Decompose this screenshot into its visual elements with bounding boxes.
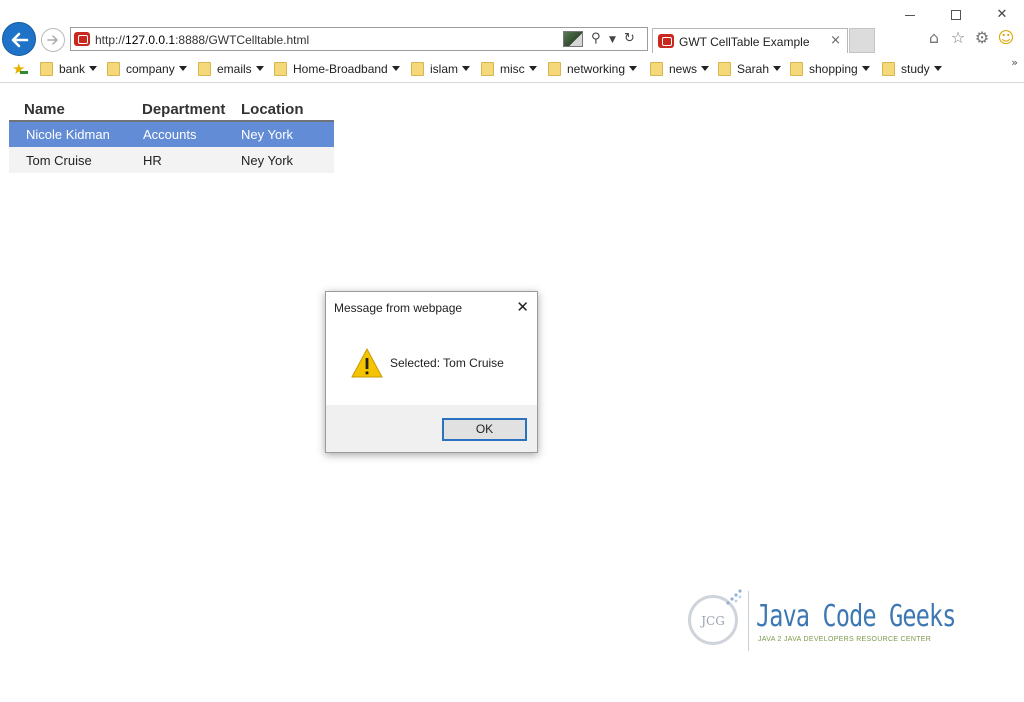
caret-down-icon [528,66,537,72]
maximize-button[interactable] [946,6,966,24]
favorites-star-icon[interactable]: ☆ [948,28,968,48]
caret-down-icon [178,66,187,72]
java-code-geeks-watermark: JCG Java Code Geeks JAVA 2 JAVA DEVELOPE… [686,585,956,657]
address-tools: ⚲ ▼ ↻ [563,30,643,48]
cell-name: Tom Cruise [9,147,126,173]
dialog-title: Message from webpage [334,301,463,315]
column-header-department[interactable]: Department [126,97,241,122]
folder-icon [718,61,731,76]
add-favorite-icon[interactable]: ★ [12,60,29,78]
search-icon[interactable]: ⚲ [591,30,601,48]
cell-location: Ney York [241,147,334,173]
favorites-folder-bank[interactable]: bank [40,61,98,79]
table-header-row: Name Department Location [9,97,334,122]
url-text[interactable]: http://127.0.0.1:8888/GWTCelltable.html [95,33,309,47]
table-row[interactable]: Tom Cruise HR Ney York [9,147,334,173]
dialog-footer: OK [326,405,537,452]
favorites-bar: ★ bank company emails Home-Broadband isl… [0,56,1024,83]
favorites-folder-company[interactable]: company [107,61,187,79]
favorites-folder-networking[interactable]: networking [548,61,638,79]
folder-icon [882,61,895,76]
favorites-folder-news[interactable]: news [650,61,710,79]
feedback-smiley-icon[interactable]: ☺ [996,28,1016,48]
jcg-subtitle: JAVA 2 JAVA DEVELOPERS RESOURCE CENTER [758,636,932,643]
favorites-folder-emails[interactable]: emails [198,61,264,79]
favorites-folder-shopping[interactable]: shopping [790,61,870,79]
folder-icon [198,61,211,76]
column-header-name[interactable]: Name [9,97,126,122]
back-button[interactable] [2,22,36,56]
address-bar[interactable]: http://127.0.0.1:8888/GWTCelltable.html … [70,27,648,51]
dialog-message: Selected: Tom Cruise [390,356,504,370]
caret-down-icon [629,66,638,72]
compatibility-view-icon[interactable] [563,31,583,47]
caret-down-icon [933,66,942,72]
browser-tab[interactable]: GWT CellTable Example × [652,28,848,53]
cell-department: HR [126,147,241,173]
cell-department: Accounts [126,121,241,147]
favorites-folder-sarah[interactable]: Sarah [718,61,782,79]
folder-icon [274,61,287,76]
warning-icon [351,347,383,378]
cell-name: Nicole Kidman [9,121,126,147]
home-icon[interactable]: ⌂ [924,28,944,48]
alert-dialog: Message from webpage ✕ Selected: Tom Cru… [325,291,538,453]
column-header-location[interactable]: Location [241,97,334,122]
arrow-right-icon [47,35,58,45]
window-close-button[interactable]: ✕ [992,6,1012,24]
favorites-folder-study[interactable]: study [882,61,942,79]
cell-location: Ney York [241,121,334,147]
jcg-separator [748,591,749,651]
jcg-title: Java Code Geeks [756,599,956,634]
favorites-folder-misc[interactable]: misc [481,61,537,79]
minimize-button[interactable] [900,6,920,24]
caret-down-icon [701,66,710,72]
folder-icon [650,61,663,76]
favorites-folder-islam[interactable]: islam [411,61,471,79]
maximize-icon [951,10,961,20]
jcg-dots-icon [726,589,742,605]
tab-title: GWT CellTable Example [679,35,810,49]
folder-icon [790,61,803,76]
caret-down-icon [89,66,98,72]
favorites-more-icon[interactable]: » [1011,56,1018,69]
favorites-folder-home-broadband[interactable]: Home-Broadband [274,61,400,79]
caret-down-icon [773,66,782,72]
tab-favicon-icon [658,34,674,48]
dialog-close-icon[interactable]: ✕ [516,298,529,316]
caret-down-icon [391,66,400,72]
caret-down-icon [861,66,870,72]
employee-cell-table: Name Department Location Nicole Kidman A… [9,97,334,173]
dropdown-arrow-icon[interactable]: ▼ [609,31,616,49]
forward-button[interactable] [41,28,65,52]
browser-toolbar-icons: ⌂ ☆ ⚙ ☺ [924,28,1020,50]
minimize-icon [905,15,915,16]
folder-icon [40,61,53,76]
tab-close-icon[interactable]: × [830,33,841,48]
folder-icon [107,61,120,76]
folder-icon [481,61,494,76]
window-controls: ✕ [902,6,1012,24]
refresh-icon[interactable]: ↻ [624,30,635,48]
site-favicon-icon [74,32,90,46]
gear-icon[interactable]: ⚙ [972,28,992,48]
arrow-left-icon [11,32,29,48]
new-tab-button[interactable] [849,28,875,53]
folder-icon [411,61,424,76]
folder-icon [548,61,561,76]
ok-button[interactable]: OK [442,418,527,441]
caret-down-icon [255,66,264,72]
table-row[interactable]: Nicole Kidman Accounts Ney York [9,121,334,147]
caret-down-icon [462,66,471,72]
